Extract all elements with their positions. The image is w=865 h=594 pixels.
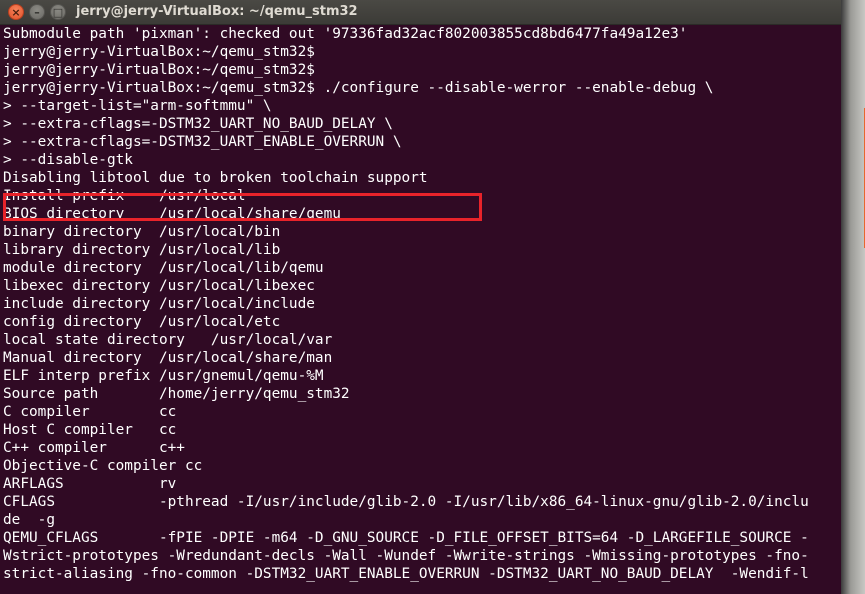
close-icon[interactable]: ×	[8, 4, 24, 20]
terminal-line: Install prefix /usr/local	[3, 188, 246, 204]
terminal-line: Manual directory /usr/local/share/man	[3, 350, 333, 366]
terminal-line: library directory /usr/local/lib	[3, 242, 281, 258]
terminal-line: > --target-list="arm-softmmu" \	[3, 98, 272, 114]
terminal-line-highlighted: Disabling libtool due to broken toolchai…	[3, 170, 428, 186]
terminal-line: > --extra-cflags=-DSTM32_UART_NO_BAUD_DE…	[3, 116, 393, 132]
terminal-line: libexec directory /usr/local/libexec	[3, 278, 315, 294]
terminal-line: Submodule path 'pixman': checked out '97…	[3, 26, 688, 42]
terminal-line: Wstrict-prototypes -Wredundant-decls -Wa…	[3, 548, 809, 564]
maximize-icon[interactable]: □	[50, 4, 66, 20]
terminal-window: × – □ jerry@jerry-VirtualBox: ~/qemu_stm…	[0, 0, 841, 594]
terminal-line: local state directory /usr/local/var	[3, 332, 333, 348]
terminal-line: jerry@jerry-VirtualBox:~/qemu_stm32$	[3, 62, 315, 78]
window-title: jerry@jerry-VirtualBox: ~/qemu_stm32	[76, 4, 358, 19]
terminal-line: QEMU_CFLAGS -fPIE -DPIE -m64 -D_GNU_SOUR…	[3, 530, 809, 546]
terminal-line: > --disable-gtk	[3, 152, 133, 168]
scrollbar[interactable]	[841, 0, 865, 594]
terminal-line: Objective-C compiler cc	[3, 458, 203, 474]
terminal-line: jerry@jerry-VirtualBox:~/qemu_stm32$ ./c…	[3, 80, 714, 96]
terminal-line: module directory /usr/local/lib/qemu	[3, 260, 324, 276]
terminal-line: > --extra-cflags=-DSTM32_UART_ENABLE_OVE…	[3, 134, 402, 150]
title-bar[interactable]: × – □ jerry@jerry-VirtualBox: ~/qemu_stm…	[0, 0, 841, 25]
terminal-line: ARFLAGS rv	[3, 476, 177, 492]
terminal-line: jerry@jerry-VirtualBox:~/qemu_stm32$	[3, 44, 315, 60]
minimize-icon[interactable]: –	[29, 4, 45, 20]
terminal-line: include directory /usr/local/include	[3, 296, 315, 312]
terminal-output[interactable]: Submodule path 'pixman': checked out '97…	[3, 25, 841, 594]
terminal-line: de -g	[3, 512, 55, 528]
terminal-line: Source path /home/jerry/qemu_stm32	[3, 386, 350, 402]
terminal-line: BIOS directory /usr/local/share/qemu	[3, 206, 341, 222]
terminal-line: config directory /usr/local/etc	[3, 314, 281, 330]
terminal-line: Host C compiler cc	[3, 422, 177, 438]
terminal-line: C++ compiler c++	[3, 440, 185, 456]
terminal-line: ELF interp prefix /usr/gnemul/qemu-%M	[3, 368, 324, 384]
terminal-line: C compiler cc	[3, 404, 177, 420]
terminal-line: binary directory /usr/local/bin	[3, 224, 281, 240]
terminal-line: strict-aliasing -fno-common -DSTM32_UART…	[3, 566, 809, 582]
terminal-line: CFLAGS -pthread -I/usr/include/glib-2.0 …	[3, 494, 809, 510]
